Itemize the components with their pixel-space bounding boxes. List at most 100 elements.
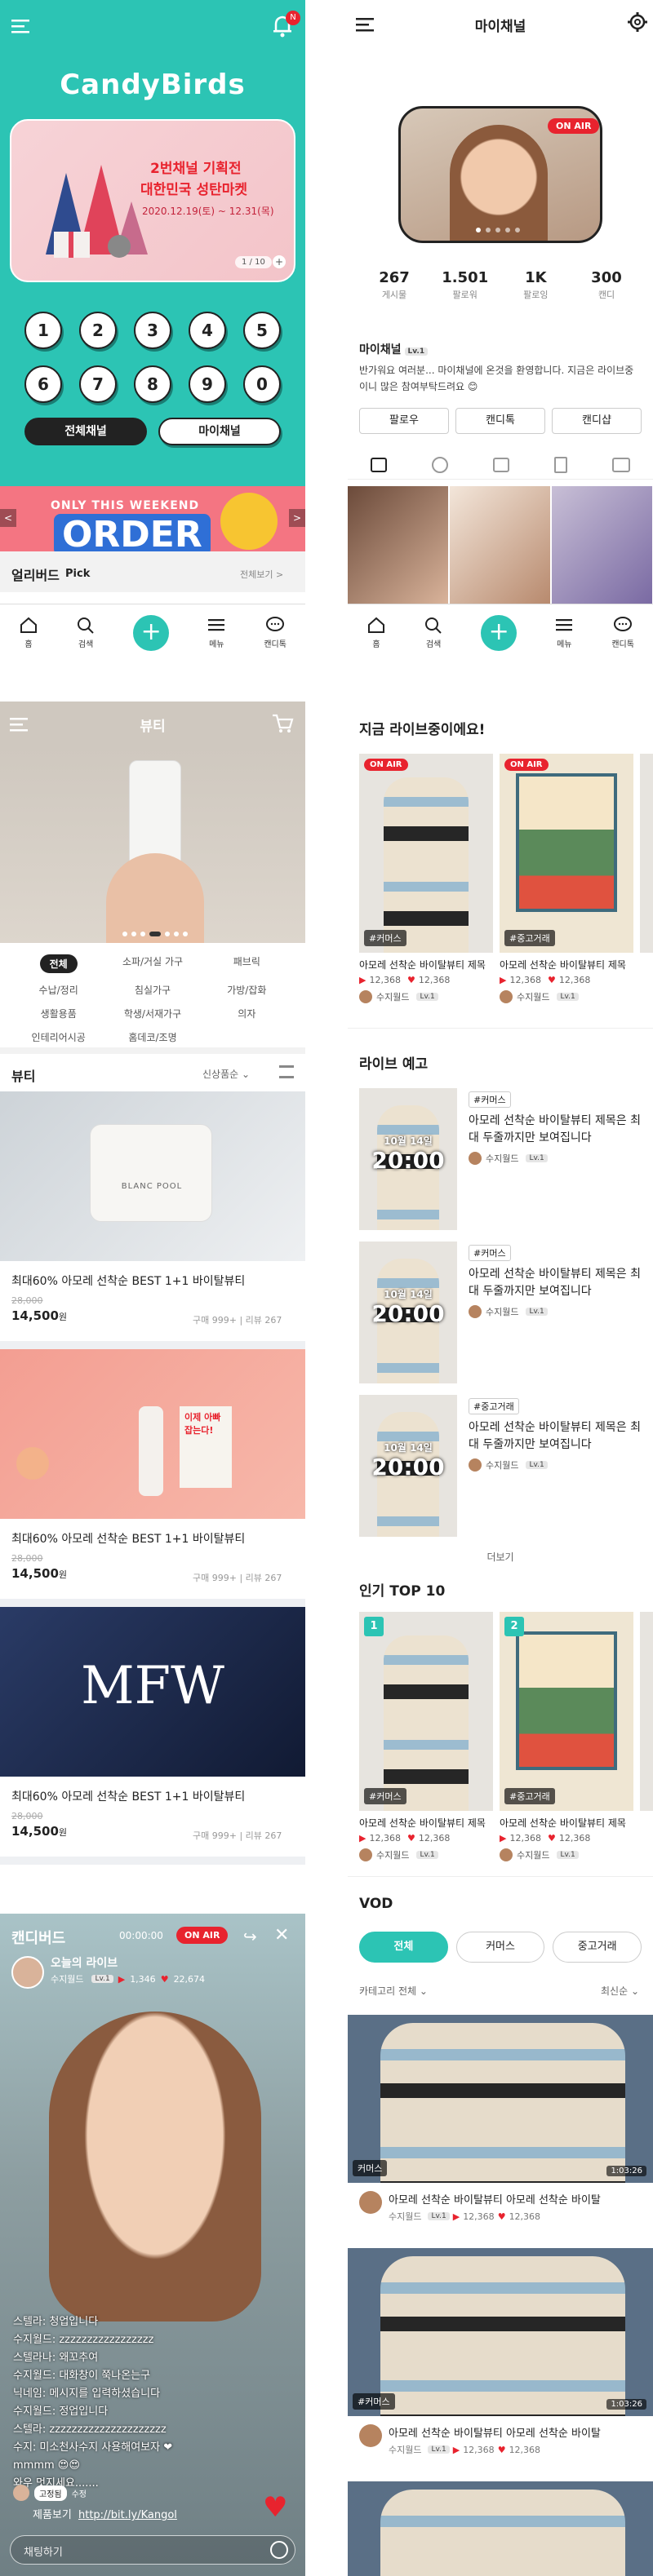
nav-search[interactable]: 검색 [424,616,443,649]
beauty-hero-image[interactable] [0,747,305,943]
emoji-icon[interactable] [270,2541,288,2559]
vod-card[interactable]: #커머스 1:03:26 아모레 선착순 바이탈뷰티 아모레 선착순 바이탈 수지월드… [348,2248,653,2481]
channel-button[interactable]: 3 [134,312,171,349]
product-card[interactable]: MFW 최대60% 아모레 선착순 BEST 1+1 바이탈뷰티 28,000 14,… [0,1607,305,1865]
photo-tab-icon[interactable] [370,457,387,472]
view-all-link[interactable]: 전체보기 > [240,568,283,581]
nav-home[interactable]: 홈 [366,616,386,649]
preview-item[interactable]: 10월 14일 20:00 #커머스 아모레 선착순 바이탈뷰티 제목은 최대 두줄까… [359,1242,642,1395]
category-item[interactable]: 생활용품 [11,1007,105,1020]
price: 14,500 [11,1566,59,1581]
host-avatar[interactable] [11,1956,44,1989]
stat-item[interactable]: 1K 팔로잉 [507,269,564,301]
photo-thumbnail[interactable] [348,486,448,604]
stat-item[interactable]: 1.501 팔로워 [437,269,494,301]
nav-candytalk[interactable]: 캔디톡 [611,616,634,649]
my-channel-button[interactable]: 마이채널 [158,418,281,445]
candyshop-button[interactable]: 캔디샵 [552,408,642,434]
plus-icon[interactable]: + [273,255,286,268]
photo-thumbnail[interactable] [450,486,550,604]
category-item[interactable]: 소파/거실 가구 [105,954,199,973]
nav-add[interactable]: + [481,614,518,651]
bookmark-tab-icon[interactable] [554,456,568,473]
brand-logo: MFW [81,1656,224,1716]
share-icon[interactable]: ↪ [243,1927,257,1946]
stat-item[interactable]: 300 캔디 [578,269,635,301]
top10-card[interactable]: 1 #커머스 아모레 선착순 바이탈뷰티 제목 ▶ 12,368 ♥ 12,368 수지월드 L… [359,1612,493,1861]
vod-card-partial[interactable] [348,2481,653,2576]
photo-thumbnail[interactable] [552,486,652,604]
nav-menu[interactable]: 메뉴 [207,616,226,649]
edit-badge[interactable]: 수정 [72,2487,87,2499]
channel-button[interactable]: 9 [189,365,226,403]
close-icon[interactable]: ✕ [274,1925,289,1945]
channel-button[interactable]: 6 [24,365,62,403]
sort-dropdown[interactable]: 신상품순 ⌄ [202,1067,250,1081]
duration: 1:03:26 [606,2166,646,2176]
nav-home[interactable]: 홈 [19,616,38,649]
preview-time: 20:00 [371,1454,445,1481]
vod-tab[interactable]: 중고거래 [553,1932,642,1963]
list-tab-icon[interactable] [492,457,509,472]
top10-card-partial[interactable] [640,1612,653,1811]
product-card[interactable]: BLANC POOL 최대60% 아모레 선착순 BEST 1+1 바이탈뷰티 28… [0,1091,305,1349]
candytalk-button[interactable]: 캔디톡 [455,408,545,434]
heart-icon: ♥ [160,1973,169,1985]
category-item[interactable]: 패브릭 [200,954,294,973]
category-item[interactable]: 가방/잡화 [200,983,294,997]
all-channel-button[interactable]: 전체채널 [24,418,147,445]
channel-button[interactable]: 8 [134,365,171,403]
channel-button[interactable]: 2 [79,312,117,349]
vod-sort[interactable]: 최신순 ⌄ [601,1984,639,1998]
category-item[interactable]: 학생/서재가구 [105,1007,199,1020]
list-view-icon[interactable] [279,1065,294,1078]
profile-video[interactable]: ON AIR [398,106,602,243]
category-item[interactable]: 홈데코/조명 [105,1030,199,1044]
live-card[interactable]: ON AIR #커머스 아모레 선착순 바이탈뷰티 제목 ▶ 12,368 ♥ 12,368… [359,754,493,1003]
live-card[interactable]: ON AIR #중고거래 아모레 선착순 바이탈뷰티 제목 ▶ 12,368 ♥ 12,36… [500,754,633,1003]
next-arrow-icon[interactable]: > [289,509,305,527]
preview-item[interactable]: 10월 14일 20:00 #중고거래 아모레 선착순 바이탈뷰티 제목은 최대 두줄… [359,1395,642,1548]
category-item[interactable]: 수납/정리 [11,983,105,997]
channel-button[interactable]: 5 [243,312,281,349]
vod-tab[interactable]: 전체 [359,1932,448,1963]
top10-card[interactable]: 2 #중고거래 아모레 선착순 바이탈뷰티 제목 ▶ 12,368 ♥ 12,368 수지월드… [500,1612,633,1861]
product-link[interactable]: http://bit.ly/Kangol [78,2509,177,2521]
nav-search[interactable]: 검색 [76,616,96,649]
nav-candytalk[interactable]: 캔디톡 [264,616,287,649]
vod-filter[interactable]: 카테고리 전체 ⌄ [359,1984,428,1998]
channel-button[interactable]: 1 [24,312,62,349]
heart-icon[interactable]: ♥ [263,2491,287,2524]
category-item[interactable]: 침실가구 [105,983,199,997]
chat-message: 수지월드: 대화창이 쭉나온는구 [13,2370,151,2382]
follow-button[interactable]: 팔로우 [359,408,449,434]
category-item[interactable]: 의자 [200,1007,294,1020]
vod-card[interactable]: 커머스 1:03:26 아모레 선착순 바이탈뷰티 아모레 선착순 바이탈 수지월드 L… [348,2015,653,2248]
channel-button[interactable]: 0 [243,365,281,403]
preview-item[interactable]: 10월 14일 20:00 #커머스 아모레 선착순 바이탈뷰티 제목은 최대 두줄까… [359,1088,642,1242]
seller-name: 수지월드 [517,1850,550,1861]
stat-item[interactable]: 267 게시물 [366,269,423,301]
avatar [13,2485,29,2501]
live-card-partial[interactable] [640,754,653,953]
category-item[interactable]: 전체 [39,954,78,973]
product-card[interactable]: 이제 아빠 잡는다! 최대60% 아모레 선착순 BEST 1+1 바이탈뷰티 28… [0,1349,305,1607]
gear-icon[interactable] [627,11,648,33]
nav-add[interactable]: + [133,614,170,651]
prev-arrow-icon[interactable]: < [0,509,16,527]
cart-icon[interactable] [271,713,294,734]
promo-banner[interactable]: ONLY THIS WEEKEND ORDER < > [0,486,305,551]
category-item[interactable]: 인테리어시공 [11,1030,105,1044]
vod-tab[interactable]: 커머스 [455,1932,545,1963]
more-button[interactable]: 더보기 [348,1550,653,1564]
chat-input[interactable]: 채팅하기 [10,2535,295,2565]
card-title: 아모레 선착순 바이탈뷰티 제목 [500,1817,626,1829]
channel-button[interactable]: 7 [79,365,117,403]
channel-button[interactable]: 4 [189,312,226,349]
nav-menu[interactable]: 메뉴 [554,616,574,649]
video-tab-icon[interactable] [431,456,448,473]
hero-banner[interactable]: 2번채널 기획전 대한민국 성탄마켓 2020.12.19(토) ~ 12.31… [10,119,295,282]
hamburger-icon[interactable] [11,18,31,34]
shop-tab-icon[interactable] [612,457,631,472]
nav-home-label: 홈 [372,640,380,649]
